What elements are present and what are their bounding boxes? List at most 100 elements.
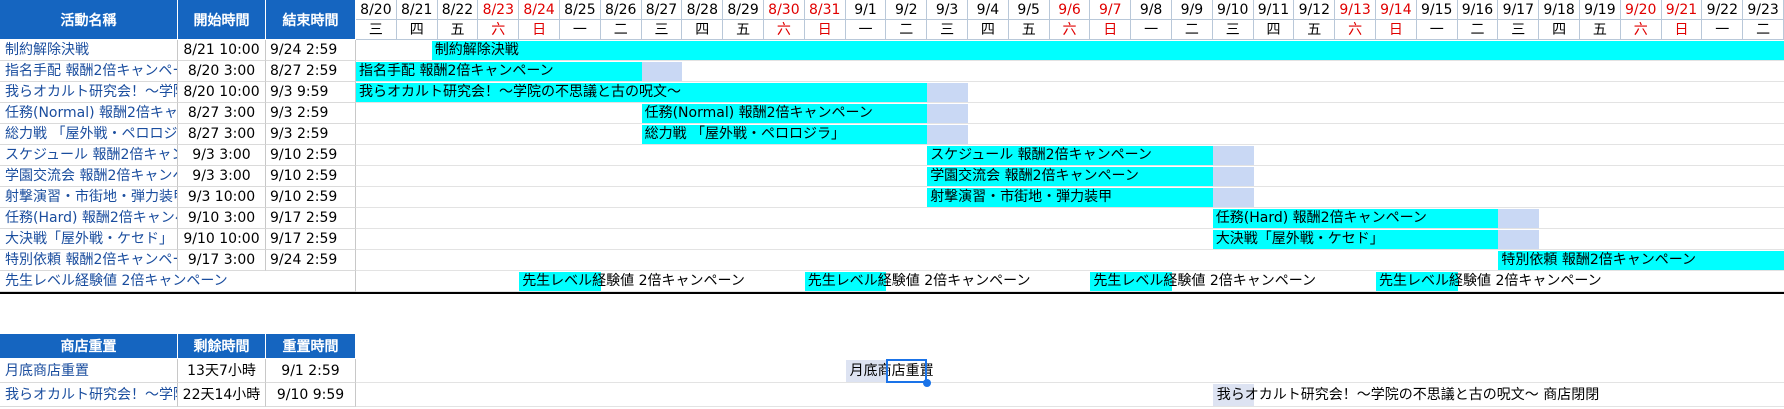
date-header-cell[interactable]: 9/6 bbox=[1049, 0, 1091, 20]
weekday-header-cell[interactable]: 日 bbox=[519, 20, 560, 40]
event-name-cell[interactable]: 指名手配 報酬2倍キャンペーン bbox=[0, 61, 178, 82]
date-header-cell[interactable]: 9/10 bbox=[1212, 0, 1254, 20]
event-name-cell[interactable]: 大決戦「屋外戦・ケセド」 bbox=[0, 229, 178, 250]
weekday-header-cell[interactable]: 四 bbox=[1253, 20, 1295, 40]
weekday-header-cell[interactable]: 五 bbox=[1008, 20, 1050, 40]
header-event-name[interactable]: 活動名稱 bbox=[0, 0, 178, 40]
weekday-header-cell[interactable]: 四 bbox=[1539, 20, 1580, 40]
event-start-cell[interactable]: 8/20 3:00 bbox=[178, 61, 266, 82]
weekday-header-cell[interactable]: 日 bbox=[1376, 20, 1417, 40]
date-header-cell[interactable]: 8/22 bbox=[437, 0, 479, 20]
date-header-cell[interactable]: 8/29 bbox=[723, 0, 764, 20]
event-end-cell[interactable]: 9/3 2:59 bbox=[266, 103, 356, 124]
date-header-cell[interactable]: 9/7 bbox=[1090, 0, 1132, 20]
event-end-cell[interactable]: 9/10 2:59 bbox=[266, 145, 356, 166]
date-header-cell[interactable]: 9/3 bbox=[927, 0, 968, 20]
weekday-header-cell[interactable]: 五 bbox=[723, 20, 764, 40]
event-end-cell[interactable]: 9/24 2:59 bbox=[266, 250, 356, 271]
weekday-header-cell[interactable]: 六 bbox=[1049, 20, 1091, 40]
event-end-cell[interactable]: 9/24 2:59 bbox=[266, 40, 356, 61]
weekday-header-cell[interactable]: 四 bbox=[396, 20, 438, 40]
weekday-header-cell[interactable]: 四 bbox=[968, 20, 1009, 40]
weekday-header-cell[interactable]: 六 bbox=[1335, 20, 1376, 40]
weekday-header-cell[interactable]: 五 bbox=[437, 20, 479, 40]
weekday-header-cell[interactable]: 一 bbox=[560, 20, 601, 40]
weekday-header-cell[interactable]: 六 bbox=[478, 20, 520, 40]
selection-handle[interactable] bbox=[923, 379, 932, 387]
event-name-cell[interactable]: 任務(Normal) 報酬2倍キャンペーン bbox=[0, 103, 178, 124]
date-header-cell[interactable]: 9/14 bbox=[1376, 0, 1417, 20]
date-header-cell[interactable]: 8/30 bbox=[764, 0, 805, 20]
date-header-cell[interactable]: 9/16 bbox=[1457, 0, 1499, 20]
weekday-header-cell[interactable]: 三 bbox=[927, 20, 968, 40]
date-header-cell[interactable]: 9/5 bbox=[1008, 0, 1050, 20]
date-header-cell[interactable]: 9/9 bbox=[1172, 0, 1213, 20]
weekday-header-cell[interactable]: 六 bbox=[764, 20, 805, 40]
shop-remaining-cell[interactable]: 13天7小時 bbox=[178, 359, 266, 383]
shop-remaining-cell[interactable]: 22天14小時 bbox=[178, 383, 266, 407]
event-start-cell[interactable]: 9/10 3:00 bbox=[178, 208, 266, 229]
weekday-header-cell[interactable]: 一 bbox=[1131, 20, 1172, 40]
weekday-header-cell[interactable]: 三 bbox=[641, 20, 683, 40]
event-name-cell[interactable]: 制約解除決戦 bbox=[0, 40, 178, 61]
date-header-cell[interactable]: 8/24 bbox=[519, 0, 560, 20]
weekday-header-cell[interactable]: 一 bbox=[845, 20, 887, 40]
event-name-cell[interactable]: 我らオカルト研究会！～学院の不思議と古の呪文～ bbox=[0, 82, 178, 103]
header-shop-reset[interactable]: 商店重置 bbox=[0, 334, 178, 359]
event-start-cell[interactable]: 8/20 10:00 bbox=[178, 82, 266, 103]
event-name-cell[interactable]: 学園交流会 報酬2倍キャンペーン bbox=[0, 166, 178, 187]
header-reset-time[interactable]: 重置時間 bbox=[266, 334, 356, 359]
date-header-cell[interactable]: 9/19 bbox=[1580, 0, 1621, 20]
date-header-cell[interactable]: 9/12 bbox=[1294, 0, 1336, 20]
weekday-header-cell[interactable]: 五 bbox=[1294, 20, 1336, 40]
event-name-cell[interactable]: スケジュール 報酬2倍キャンペーン bbox=[0, 145, 178, 166]
shop-reset-cell[interactable]: 9/10 9:59 bbox=[266, 383, 356, 407]
date-header-cell[interactable]: 8/21 bbox=[396, 0, 438, 20]
header-remaining[interactable]: 剩餘時間 bbox=[178, 334, 266, 359]
date-header-cell[interactable]: 8/25 bbox=[560, 0, 601, 20]
event-start-cell[interactable]: 9/3 3:00 bbox=[178, 145, 266, 166]
event-name-cell[interactable]: 任務(Hard) 報酬2倍キャンペーン bbox=[0, 208, 178, 229]
shop-name-cell[interactable]: 月底商店重置 bbox=[0, 359, 178, 383]
weekday-header-cell[interactable]: 二 bbox=[886, 20, 928, 40]
event-start-cell[interactable]: 9/17 3:00 bbox=[178, 250, 266, 271]
weekday-header-cell[interactable]: 三 bbox=[356, 20, 397, 40]
date-header-cell[interactable]: 9/1 bbox=[845, 0, 887, 20]
date-header-cell[interactable]: 9/20 bbox=[1620, 0, 1662, 20]
weekday-header-cell[interactable]: 五 bbox=[1580, 20, 1621, 40]
weekday-header-cell[interactable]: 二 bbox=[600, 20, 642, 40]
event-end-cell[interactable]: 9/17 2:59 bbox=[266, 229, 356, 250]
date-header-cell[interactable]: 9/11 bbox=[1253, 0, 1295, 20]
selected-cell[interactable] bbox=[886, 359, 928, 383]
event-bar[interactable] bbox=[431, 41, 1784, 60]
event-end-cell[interactable]: 9/17 2:59 bbox=[266, 208, 356, 229]
date-header-cell[interactable]: 8/28 bbox=[682, 0, 724, 20]
event-end-cell[interactable]: 9/10 2:59 bbox=[266, 187, 356, 208]
event-start-cell[interactable]: 8/21 10:00 bbox=[178, 40, 266, 61]
shop-reset-cell[interactable]: 9/1 2:59 bbox=[266, 359, 356, 383]
weekday-header-cell[interactable]: 日 bbox=[804, 20, 846, 40]
weekday-header-cell[interactable]: 二 bbox=[1743, 20, 1784, 40]
event-name-cell[interactable]: 特別依頼 報酬2倍キャンペーン bbox=[0, 250, 178, 271]
date-header-cell[interactable]: 8/20 bbox=[356, 0, 397, 20]
event-end-cell[interactable]: 9/10 2:59 bbox=[266, 166, 356, 187]
event-name-cell[interactable]: 射撃演習・市街地・弾力装甲 bbox=[0, 187, 178, 208]
weekday-header-cell[interactable]: 一 bbox=[1702, 20, 1744, 40]
date-header-cell[interactable]: 8/26 bbox=[600, 0, 642, 20]
weekday-header-cell[interactable]: 三 bbox=[1498, 20, 1540, 40]
date-header-cell[interactable]: 9/21 bbox=[1661, 0, 1703, 20]
date-header-cell[interactable]: 8/27 bbox=[641, 0, 683, 20]
date-header-cell[interactable]: 9/8 bbox=[1131, 0, 1172, 20]
event-start-cell[interactable]: 9/3 3:00 bbox=[178, 166, 266, 187]
date-header-cell[interactable]: 9/4 bbox=[968, 0, 1009, 20]
weekday-header-cell[interactable]: 四 bbox=[682, 20, 724, 40]
date-header-cell[interactable]: 8/31 bbox=[804, 0, 846, 20]
date-header-cell[interactable]: 9/13 bbox=[1335, 0, 1376, 20]
weekday-header-cell[interactable]: 一 bbox=[1416, 20, 1458, 40]
event-start-cell[interactable]: 9/10 10:00 bbox=[178, 229, 266, 250]
date-header-cell[interactable]: 9/2 bbox=[886, 0, 928, 20]
date-header-cell[interactable]: 9/18 bbox=[1539, 0, 1580, 20]
weekday-header-cell[interactable]: 二 bbox=[1172, 20, 1213, 40]
shop-name-cell[interactable]: 我らオカルト研究会！～学院の不思議と古の呪文～ bbox=[0, 383, 178, 407]
event-end-cell[interactable]: 9/3 9:59 bbox=[266, 82, 356, 103]
